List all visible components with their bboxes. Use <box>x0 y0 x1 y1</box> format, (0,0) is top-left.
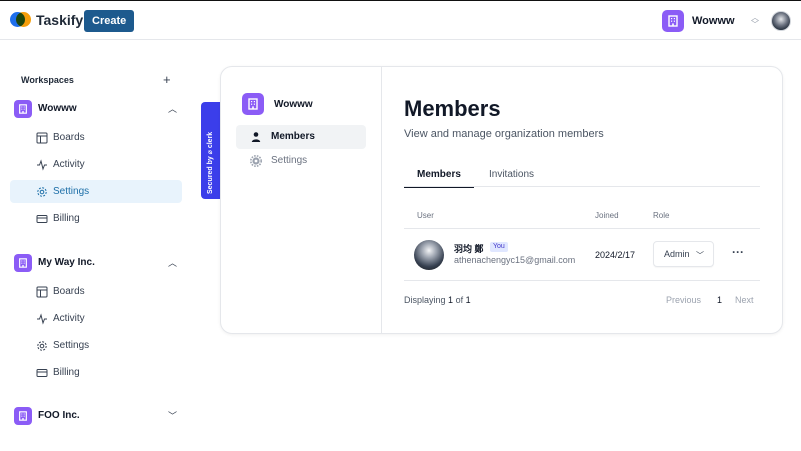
workspaces-title: Workspaces <box>21 75 74 85</box>
sidebar-item-label: Settings <box>53 340 90 351</box>
org-nav-settings[interactable]: Settings <box>236 149 366 173</box>
member-joined-date: 2024/2/17 <box>595 250 636 260</box>
create-button[interactable]: Create <box>84 10 135 32</box>
members-table-header: User Joined Role <box>404 207 760 229</box>
org-nav-label: Members <box>271 131 315 142</box>
sidebar-item-label: Billing <box>53 213 80 224</box>
you-badge: You <box>490 242 508 252</box>
pagination-of: of <box>455 295 464 305</box>
activity-icon <box>37 313 47 325</box>
sidebar: Workspaces + Wowww ︿ Boards Activity Set… <box>10 70 185 425</box>
org-switcher-name: Wowww <box>692 15 735 27</box>
sidebar-org-wowww[interactable]: Wowww ︿ <box>10 98 185 120</box>
app-logo[interactable]: Taskify <box>10 11 83 29</box>
logo-icon <box>10 11 31 29</box>
tab-members[interactable]: Members <box>404 169 474 188</box>
workspaces-header: Workspaces + <box>10 70 185 90</box>
org-profile-nav: Wowww Members Settings <box>221 67 382 333</box>
sidebar-item-boards[interactable]: Boards <box>10 126 182 149</box>
layout-icon <box>36 286 48 298</box>
table-row: 羽均 鄭 You athenachengyc15@gmail.com 2024/… <box>404 229 760 281</box>
building-icon <box>14 407 32 425</box>
org-profile-header: Wowww <box>242 93 313 115</box>
pagination-next[interactable]: Next <box>735 295 754 305</box>
page-subtitle: View and manage organization members <box>404 128 604 140</box>
sidebar-org-foo-inc[interactable]: FOO Inc. ﹀ <box>10 405 185 427</box>
chevron-up-down-icon[interactable]: ︿ ﹀ <box>750 14 760 29</box>
sidebar-org-name: Wowww <box>38 103 77 114</box>
sidebar-org-name: My Way Inc. <box>38 257 95 268</box>
settings-icon <box>37 341 47 351</box>
page-title: Members <box>404 96 501 121</box>
sidebar-item-boards[interactable]: Boards <box>10 280 182 303</box>
credit-card-icon <box>36 215 48 223</box>
pagination-from: 1 <box>448 295 454 305</box>
member-email: athenachengyc15@gmail.com <box>454 255 576 265</box>
sidebar-item-settings[interactable]: Settings <box>10 180 182 203</box>
top-navbar: Taskify Create Wowww ︿ ﹀ <box>0 0 801 40</box>
org-nav-label: Settings <box>271 155 308 166</box>
credit-card-icon <box>36 369 48 377</box>
building-icon <box>662 10 684 32</box>
more-options-icon[interactable]: ··· <box>732 245 744 259</box>
column-header-joined: Joined <box>595 211 619 220</box>
sidebar-item-label: Activity <box>53 159 85 170</box>
tab-invitations[interactable]: Invitations <box>476 169 547 188</box>
building-icon <box>14 254 32 272</box>
clerk-secured-badge[interactable]: Secured by ⌀ clerk <box>201 102 221 199</box>
column-header-user: User <box>417 211 434 220</box>
pagination-prefix: Displaying <box>404 295 446 305</box>
role-select-value: Admin <box>664 249 690 259</box>
pagination-to: 1 <box>465 295 471 305</box>
member-avatar <box>414 240 444 270</box>
chevron-down-icon: ﹀ <box>168 411 178 421</box>
sidebar-item-activity[interactable]: Activity <box>10 153 182 176</box>
building-icon <box>242 93 264 115</box>
members-panel: Members View and manage organization mem… <box>404 67 764 333</box>
members-tabs: Members Invitations <box>404 167 760 188</box>
sidebar-item-label: Billing <box>53 367 80 378</box>
org-switcher[interactable]: Wowww <box>662 10 735 32</box>
pagination-page[interactable]: 1 <box>717 295 722 305</box>
settings-icon <box>37 187 47 197</box>
pagination-summary: Displaying 1 of 1 <box>404 295 471 305</box>
activity-icon <box>37 159 47 171</box>
sidebar-item-activity[interactable]: Activity <box>10 307 182 330</box>
user-icon <box>251 132 261 142</box>
plus-icon[interactable]: + <box>163 72 171 87</box>
organization-profile-card: Wowww Members Settings Members View and … <box>220 66 783 334</box>
sidebar-item-label: Settings <box>53 186 90 197</box>
role-select[interactable]: Admin ﹀ <box>653 241 714 267</box>
sidebar-item-billing[interactable]: Billing <box>10 207 182 230</box>
member-name: 羽均 鄭 <box>454 244 484 254</box>
settings-icon <box>250 155 262 167</box>
sidebar-item-label: Boards <box>53 132 85 143</box>
pagination-footer: Displaying 1 of 1 Previous 1 Next <box>404 293 760 307</box>
org-nav-members[interactable]: Members <box>236 125 366 149</box>
pagination-previous[interactable]: Previous <box>666 295 701 305</box>
sidebar-org-my-way-inc[interactable]: My Way Inc. ︿ <box>10 252 185 274</box>
sidebar-org-name: FOO Inc. <box>38 410 80 421</box>
chevron-up-icon: ︿ <box>168 258 178 268</box>
user-avatar[interactable] <box>771 11 791 31</box>
sidebar-item-billing[interactable]: Billing <box>10 361 182 384</box>
layout-icon <box>36 132 48 144</box>
column-header-role: Role <box>653 211 670 220</box>
org-profile-name: Wowww <box>274 98 313 110</box>
building-icon <box>14 100 32 118</box>
chevron-down-icon: ﹀ <box>696 251 704 260</box>
chevron-up-icon: ︿ <box>168 104 178 114</box>
clerk-badge-text: Secured by ⌀ clerk <box>207 131 214 194</box>
app-name: Taskify <box>36 12 84 28</box>
sidebar-item-label: Boards <box>53 286 85 297</box>
sidebar-item-label: Activity <box>53 313 85 324</box>
sidebar-item-settings[interactable]: Settings <box>10 334 182 357</box>
